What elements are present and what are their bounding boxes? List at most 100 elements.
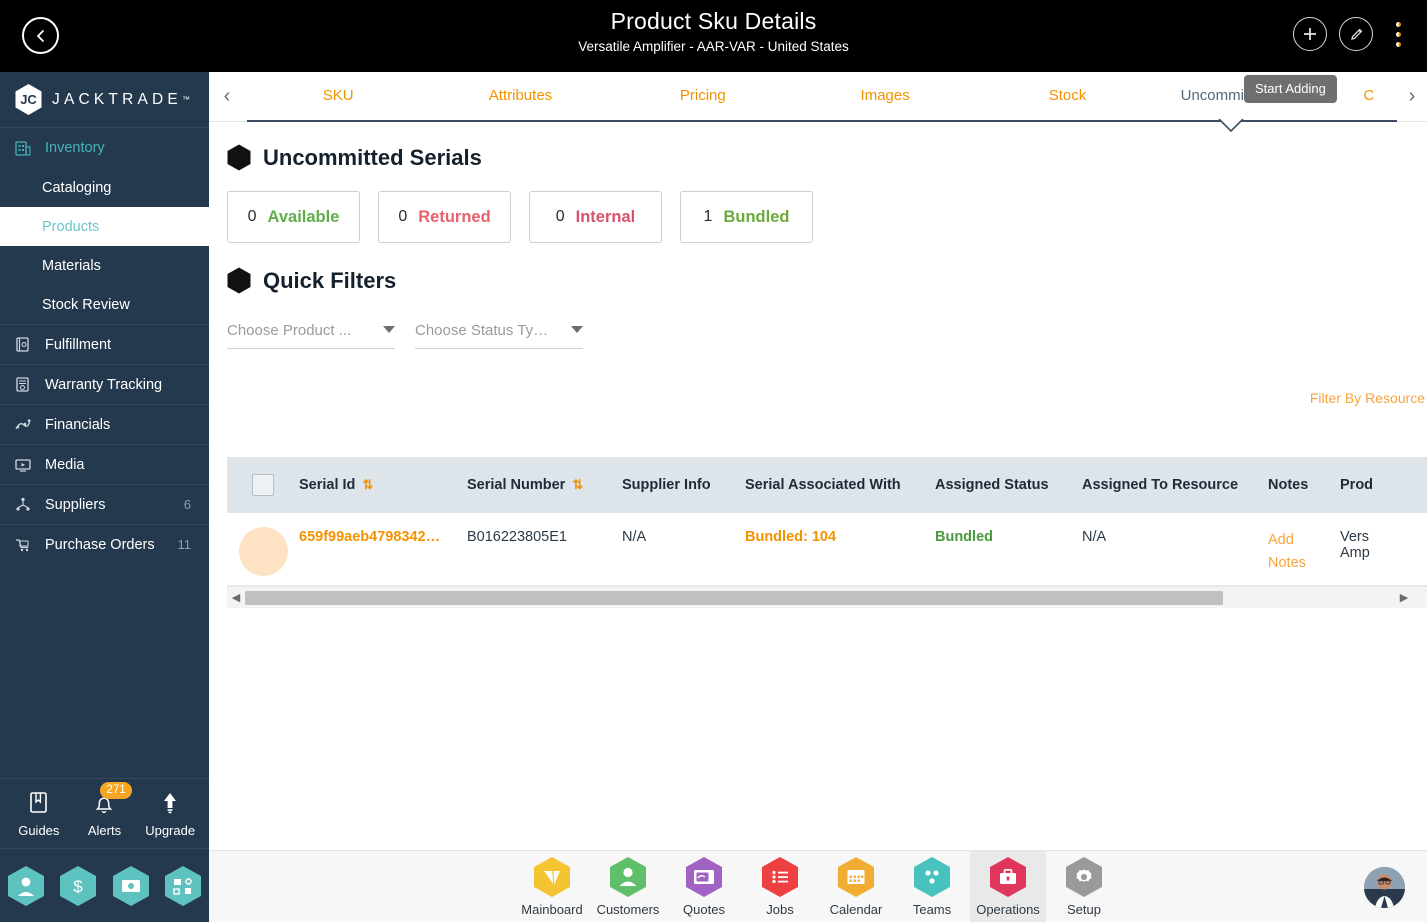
column-header-supplier-info[interactable]: Supplier Info [622, 477, 745, 493]
tab-pricing[interactable]: Pricing [612, 72, 794, 120]
stat-card-internal[interactable]: 0 Internal [529, 191, 662, 243]
scrollbar-thumb[interactable] [245, 590, 1223, 605]
bottom-nav-label: Jobs [766, 902, 794, 917]
select-all-checkbox[interactable] [252, 474, 274, 496]
bottom-nav-label: Quotes [683, 902, 725, 917]
tab-sku[interactable]: SKU [247, 72, 429, 120]
stat-card-bundled[interactable]: 1 Bundled [680, 191, 813, 243]
choose-product-select[interactable]: Choose Product ... [227, 322, 395, 349]
column-header-assigned-status[interactable]: Assigned Status [935, 477, 1082, 493]
jobs-hex-icon [762, 857, 798, 897]
upgrade-button[interactable]: Upgrade [138, 791, 202, 838]
stat-card-returned[interactable]: 0 Returned [378, 191, 511, 243]
quick-filters-title: Quick Filters [263, 267, 397, 293]
column-header-notes[interactable]: Notes [1268, 477, 1340, 493]
tab-c[interactable]: C [1341, 72, 1397, 120]
scroll-right-arrow-icon[interactable]: ▶ [1395, 591, 1413, 604]
bottom-nav-calendar[interactable]: Calendar [818, 851, 894, 922]
sidebar-item-purchase-orders[interactable]: Purchase Orders 11 [0, 524, 209, 564]
warranty-icon [14, 375, 36, 395]
column-header-product[interactable]: Prod [1340, 477, 1400, 493]
bottom-nav-jobs[interactable]: Jobs [742, 851, 818, 922]
avatar-image-icon [1364, 867, 1405, 908]
alerts-badge: 271 [100, 782, 132, 799]
sidebar-item-stock-review[interactable]: Stock Review [0, 285, 209, 324]
dollar-hex-icon[interactable]: $ [59, 865, 97, 907]
payment-hex-icon[interactable] [112, 865, 150, 907]
sidebar-item-inventory[interactable]: Inventory [0, 128, 209, 168]
setup-hex-icon [1066, 857, 1102, 897]
column-header-assigned-to-resource[interactable]: Assigned To Resource [1082, 477, 1268, 493]
add-notes-link-line2[interactable]: Notes [1268, 552, 1340, 575]
sidebar-item-suppliers[interactable]: Suppliers 6 [0, 484, 209, 524]
quick-filters-row: Choose Product ... Choose Status Ty… [227, 322, 1427, 349]
sidebar-item-label: Materials [42, 257, 101, 274]
purchase-orders-icon [14, 535, 36, 555]
tab-images[interactable]: Images [794, 72, 976, 120]
tab-attributes[interactable]: Attributes [429, 72, 611, 120]
sidebar-item-products[interactable]: Products [0, 207, 209, 246]
bottom-nav-label: Customers [596, 902, 660, 917]
tabs-prev-button[interactable]: ‹ [209, 85, 245, 108]
tabs-next-button[interactable]: › [1397, 85, 1427, 108]
sidebar-item-count: 11 [177, 537, 192, 552]
sidebar-item-financials[interactable]: Financials [0, 404, 209, 444]
kebab-dot-icon [1395, 31, 1401, 37]
sidebar-item-media[interactable]: Media [0, 444, 209, 484]
bottom-nav-customers[interactable]: Customers [590, 851, 666, 922]
cell-notes[interactable]: Add Notes [1268, 513, 1340, 575]
column-header-serial-associated-with[interactable]: Serial Associated With [745, 477, 935, 493]
stat-label: Available [267, 207, 340, 226]
quotes-hex-icon [686, 857, 722, 897]
column-label: Serial Associated With [745, 477, 901, 493]
guides-button[interactable]: Guides [7, 791, 71, 838]
table-row[interactable]: 659f99aeb4798342… B016223805E1 N/A Bundl… [227, 513, 1427, 586]
fulfillment-icon [14, 335, 36, 355]
column-header-serial-number[interactable]: Serial Number ⇅ [467, 477, 622, 493]
bottom-nav-mainboard[interactable]: Mainboard [514, 851, 590, 922]
add-notes-link-line1[interactable]: Add [1268, 529, 1340, 552]
sidebar-item-materials[interactable]: Materials [0, 246, 209, 285]
bottom-nav-operations[interactable]: Operations [970, 850, 1046, 922]
alerts-label: Alerts [87, 823, 122, 838]
filter-by-resource-link[interactable]: Filter By Resource [1310, 390, 1425, 406]
tab-stock[interactable]: Stock [976, 72, 1158, 120]
table-horizontal-scrollbar[interactable]: ◀ ▶ [227, 586, 1427, 608]
more-menu-button[interactable] [1385, 17, 1411, 51]
tab-bar: ‹ SKU Attributes Pricing Images Stock Un… [209, 72, 1427, 133]
page-title: Product Sku Details [610, 8, 817, 34]
brand-logo[interactable]: JC JACKTRADE ™ [0, 72, 209, 128]
choose-status-type-select[interactable]: Choose Status Ty… [415, 322, 583, 349]
section-header-uncommitted-serials: Uncommitted Serials [227, 144, 1427, 171]
status-stat-cards: 0 Available 0 Returned 0 Internal 1 Bund… [227, 191, 1427, 243]
cell-serial-id[interactable]: 659f99aeb4798342… [299, 513, 467, 545]
column-header-serial-id[interactable]: Serial Id ⇅ [299, 477, 467, 493]
hex-bullet-icon [227, 267, 251, 294]
stat-count: 1 [703, 208, 713, 225]
bottom-nav-teams[interactable]: Teams [894, 851, 970, 922]
sidebar-item-cataloging[interactable]: Cataloging [0, 168, 209, 207]
mainboard-hex-icon [534, 857, 570, 897]
sidebar-item-warranty-tracking[interactable]: Warranty Tracking [0, 364, 209, 404]
workflow-hex-icon[interactable] [164, 865, 202, 907]
bottom-nav-setup[interactable]: Setup [1046, 851, 1122, 922]
back-button[interactable] [22, 17, 59, 54]
scroll-left-arrow-icon[interactable]: ◀ [227, 591, 245, 604]
cell-supplier-info: N/A [622, 529, 647, 545]
sidebar-item-fulfillment[interactable]: Fulfillment [0, 324, 209, 364]
bottom-nav-quotes[interactable]: Quotes [666, 851, 742, 922]
person-hex-icon[interactable] [7, 865, 45, 907]
column-label: Assigned To Resource [1082, 477, 1239, 493]
user-avatar[interactable] [1364, 867, 1405, 908]
stat-card-available[interactable]: 0 Available [227, 191, 360, 243]
media-icon [14, 455, 36, 475]
add-button[interactable] [1293, 17, 1327, 51]
column-label: Assigned Status [935, 477, 1049, 493]
jacktrade-hex-logo-icon: JC [15, 84, 42, 115]
row-avatar [238, 527, 288, 576]
alerts-button[interactable]: 271 Alerts [72, 782, 136, 838]
sidebar-item-label: Stock Review [42, 296, 130, 313]
edit-button[interactable] [1339, 17, 1373, 51]
sort-icon: ⇅ [572, 477, 583, 492]
choose-product-placeholder: Choose Product ... [227, 322, 352, 339]
